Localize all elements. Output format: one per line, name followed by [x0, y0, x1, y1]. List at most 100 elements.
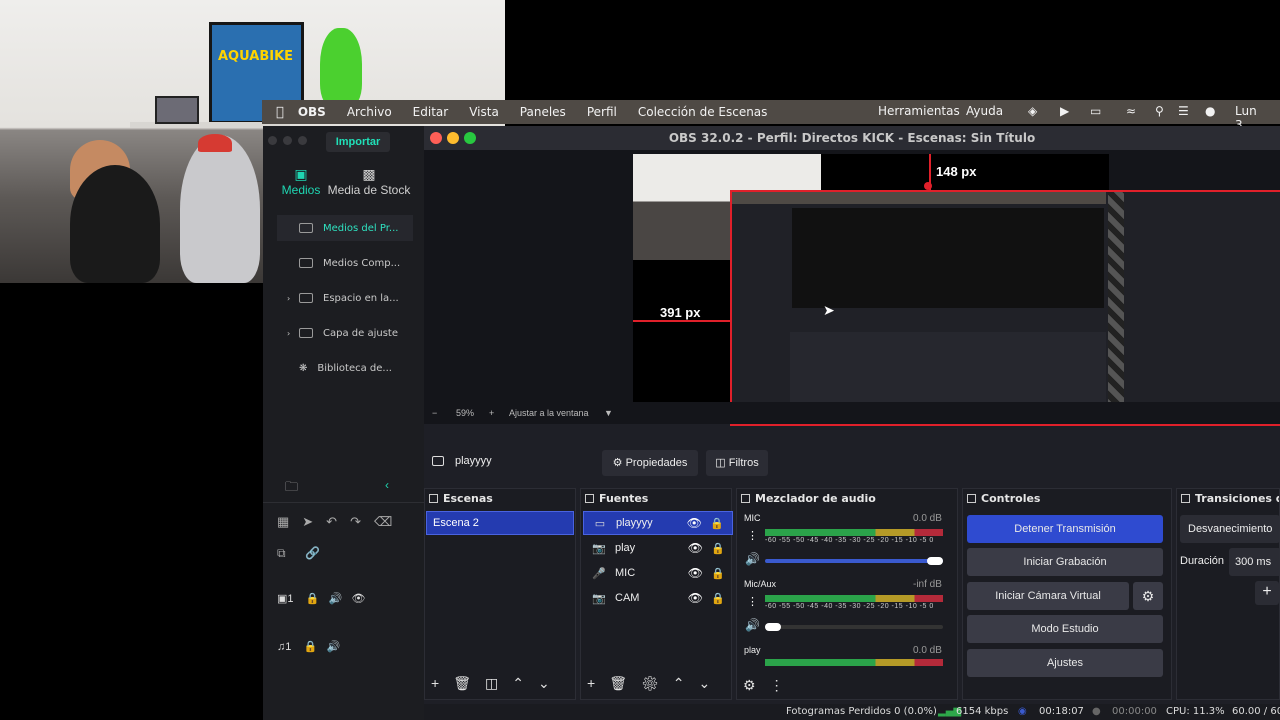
menu-coleccion-escenas[interactable]: Colección de Escenas [638, 105, 768, 119]
menu-perfil[interactable]: Perfil [587, 105, 617, 119]
link-icon[interactable]: 🔗 [305, 546, 320, 560]
chevron-down-icon[interactable]: ⌄ [698, 675, 724, 691]
expand-chevron-icon[interactable]: › [287, 294, 290, 303]
audio-track-header[interactable]: ♫1 🔒 🔊 [277, 640, 340, 653]
properties-label: Propiedades [625, 457, 688, 469]
source-item[interactable]: ▭ playyyy 👁 🔒 [583, 511, 733, 535]
chevron-down-icon[interactable]: ▼ [604, 402, 613, 424]
eye-icon[interactable]: 👁 [688, 591, 703, 605]
source-item[interactable]: 🎤 MIC 👁 🔒 [583, 561, 733, 585]
settings-button[interactable]: Ajustes [967, 649, 1163, 677]
chevron-up-icon[interactable]: ⌃ [512, 675, 538, 691]
menu-app-name[interactable]: OBS [298, 105, 326, 119]
dropped-frames: Fotogramas Perdidos 0 (0.0%) [786, 706, 937, 717]
close-window-icon[interactable] [430, 132, 442, 144]
menu-archivo[interactable]: Archivo [347, 105, 392, 119]
minimize-window-icon[interactable] [447, 132, 459, 144]
search-icon[interactable]: ⚲ [1155, 104, 1164, 118]
chevron-up-icon[interactable]: ⌃ [673, 675, 699, 691]
folder-item[interactable]: ❋ Biblioteca de... [277, 355, 413, 381]
slider-knob[interactable] [927, 557, 943, 565]
tab-stock-label: Media de Stock [327, 183, 411, 197]
more-options-icon[interactable]: ⋮ [747, 529, 758, 542]
lock-icon[interactable]: 🔒 [711, 567, 725, 580]
speaker-icon[interactable]: 🔊 [745, 618, 760, 632]
duration-input[interactable]: 300 ms [1229, 548, 1279, 576]
properties-button[interactable]: ⚙ Propiedades [602, 450, 698, 476]
control-center-icon[interactable]: ☰ [1178, 104, 1189, 118]
camera-icon: 📷 [592, 542, 606, 555]
zoom-level: 59% [456, 408, 475, 418]
folder-label: Capa de ajuste [323, 327, 398, 339]
tab-stock[interactable]: ▩ Media de Stock [326, 166, 412, 197]
expand-chevron-icon[interactable]: › [287, 329, 290, 338]
obs-preview[interactable]: 148 px 391 px − 59% + Ajustar a la venta… [424, 150, 1280, 426]
selected-source-bounds[interactable] [730, 190, 1280, 426]
menu-ayuda[interactable]: Ayuda [966, 104, 1003, 118]
add-track-icon[interactable]: ⧉ [277, 546, 286, 561]
zoom-out-button[interactable]: − [432, 402, 437, 424]
play-status-icon[interactable]: ▶ [1060, 104, 1069, 118]
status-bar: Fotogramas Perdidos 0 (0.0%) ▂▄▆ 6154 kb… [424, 704, 1280, 720]
volume-slider[interactable] [765, 625, 943, 629]
tab-medios[interactable]: ▣ Medios [280, 166, 322, 197]
stop-stream-button[interactable]: Detener Transmisión [967, 515, 1163, 543]
lock-icon[interactable]: 🔒 [711, 542, 725, 555]
eye-icon[interactable]: 👁 [688, 541, 703, 555]
fit-window-button[interactable]: Ajustar a la ventana [509, 402, 589, 424]
start-recording-button[interactable]: Iniciar Grabación [967, 548, 1163, 576]
folder-item[interactable]: Medios Comp... [277, 250, 413, 276]
battery-icon[interactable]: ▭ [1090, 104, 1101, 118]
gear-icon[interactable]: ⚙ [1133, 582, 1163, 610]
filter-icon[interactable]: ◫ [485, 675, 512, 691]
obs-titlebar: OBS 32.0.2 - Perfil: Directos KICK - Esc… [424, 126, 1280, 150]
add-icon[interactable]: + [431, 675, 453, 691]
speaker-icon[interactable]: 🔊 [745, 552, 760, 566]
eye-icon[interactable]: 👁 [687, 516, 702, 530]
folder-item[interactable]: › Espacio en la... [277, 285, 413, 311]
more-options-icon[interactable]: ⋮ [747, 595, 758, 608]
zoom-bar: − 59% + Ajustar a la ventana ▼ [424, 402, 1280, 424]
lock-icon[interactable]: 🔒 [711, 592, 725, 605]
zoom-in-button[interactable]: + [489, 402, 494, 424]
eye-icon[interactable]: 👁 [688, 566, 703, 580]
trash-icon[interactable]: 🗑 [453, 675, 485, 691]
studio-mode-button[interactable]: Modo Estudio [967, 615, 1163, 643]
folder-item[interactable]: Medios del Pr... [277, 215, 413, 241]
menu-vista[interactable]: Vista [469, 105, 499, 119]
source-item[interactable]: 📷 CAM 👁 🔒 [583, 586, 733, 610]
slider-knob[interactable] [765, 623, 781, 631]
volume-slider[interactable] [765, 559, 943, 563]
menu-herramientas[interactable]: Herramientas [878, 104, 960, 118]
window-title: OBS 32.0.2 - Perfil: Directos KICK - Esc… [668, 131, 1036, 145]
new-folder-icon[interactable]: 🗀 [285, 478, 298, 500]
add-icon[interactable]: + [587, 675, 609, 691]
siri-icon[interactable]: ● [1205, 104, 1215, 118]
resize-handle[interactable] [924, 182, 932, 190]
scene-item[interactable]: Escena 2 [426, 511, 574, 535]
creative-cloud-icon[interactable]: ◈ [1028, 104, 1037, 118]
transition-select[interactable]: Desvanecimiento [1180, 515, 1279, 543]
dock-icon [741, 494, 750, 503]
wifi-icon[interactable]: ≈ [1126, 104, 1136, 118]
source-item[interactable]: 📷 play 👁 🔒 [583, 536, 733, 560]
collapse-icon[interactable]: ‹ [385, 478, 389, 492]
chevron-down-icon[interactable]: ⌄ [538, 675, 564, 691]
folder-item[interactable]: › Capa de ajuste [277, 320, 413, 346]
lock-icon[interactable]: 🔒 [710, 517, 724, 530]
microphone-icon: 🎤 [592, 567, 606, 580]
more-options-icon[interactable]: ⋮ [770, 677, 798, 693]
apple-icon[interactable]:  [276, 105, 284, 120]
menu-editar[interactable]: Editar [413, 105, 449, 119]
trash-icon[interactable]: 🗑 [609, 675, 641, 691]
maximize-window-icon[interactable] [464, 132, 476, 144]
filters-button[interactable]: ◫ Filtros [706, 450, 768, 476]
add-transition-button[interactable]: + [1255, 581, 1279, 605]
video-track-header[interactable]: ▣1 🔒 🔊 👁 [277, 592, 365, 605]
virtual-camera-button[interactable]: Iniciar Cámara Virtual [967, 582, 1129, 610]
menu-paneles[interactable]: Paneles [520, 105, 566, 119]
gear-icon[interactable]: ⚙ [641, 675, 673, 691]
gear-icon[interactable]: ⚙ [743, 677, 770, 693]
import-button[interactable]: Importar [326, 132, 390, 152]
source-name: CAM [615, 592, 640, 604]
